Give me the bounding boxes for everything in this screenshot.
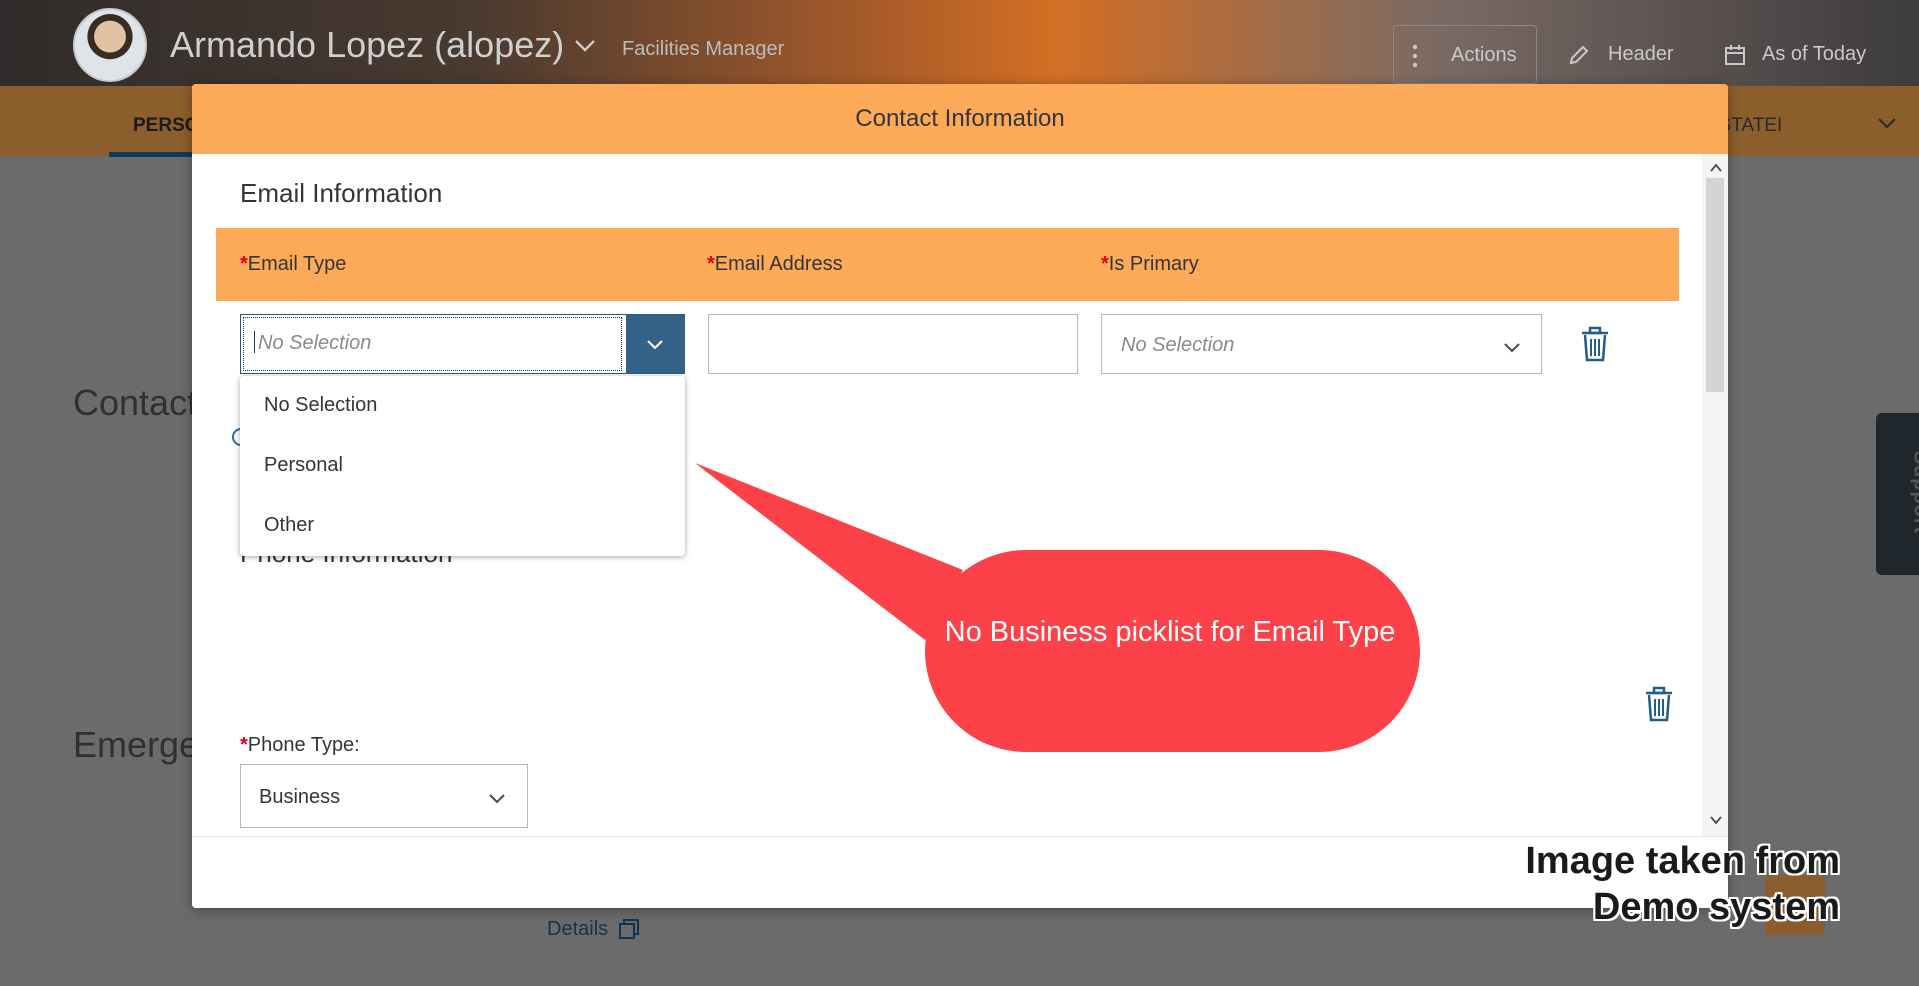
scroll-down-icon[interactable]: [1710, 814, 1722, 826]
as-of-today-button[interactable]: As of Today: [1762, 43, 1866, 66]
dialog-body: Email Information *Email Type *Email Add…: [192, 154, 1728, 836]
delete-phone-icon[interactable]: [1644, 686, 1674, 722]
dialog-header: Contact Information: [192, 84, 1728, 154]
email-type-input[interactable]: No Selection: [258, 332, 371, 355]
dropdown-option-personal[interactable]: Personal: [240, 436, 685, 496]
delete-email-icon[interactable]: [1580, 326, 1610, 362]
scroll-up-icon[interactable]: [1710, 162, 1722, 174]
dropdown-option-other[interactable]: Other: [240, 496, 685, 556]
avatar[interactable]: [73, 8, 147, 82]
dialog-title: Contact Information: [855, 105, 1065, 132]
email-type-dropdown-list: No Selection Personal Other: [240, 376, 685, 556]
column-email-address: *Email Address: [707, 253, 843, 275]
demo-watermark: Image taken from Demo system: [1525, 840, 1840, 928]
dropdown-option-no-selection[interactable]: No Selection: [240, 376, 685, 436]
contact-heading: Contact: [73, 382, 198, 423]
phone-type-value: Business: [259, 786, 341, 808]
phone-type-label: *Phone Type:: [240, 734, 360, 756]
email-type-dropdown-button[interactable]: [626, 315, 685, 373]
callout-text: No Business picklist for Email Type: [944, 616, 1396, 648]
chevron-down-icon: [1504, 343, 1520, 353]
email-type-combobox[interactable]: No Selection: [240, 314, 685, 374]
chevron-down-icon: [647, 340, 663, 350]
phone-type-select[interactable]: Business: [240, 764, 528, 828]
column-is-primary: *Is Primary: [1101, 253, 1199, 275]
user-name[interactable]: Armando Lopez (alopez): [170, 24, 564, 66]
calendar-icon: [1725, 45, 1745, 65]
is-primary-select[interactable]: No Selection: [1101, 314, 1542, 374]
email-section-title: Email Information: [240, 178, 443, 208]
actions-label: Actions: [1451, 44, 1517, 66]
emergency-heading: Emerge: [73, 724, 200, 765]
pencil-icon: [1569, 45, 1589, 65]
is-primary-value: No Selection: [1121, 334, 1235, 356]
scrollbar-thumb[interactable]: [1706, 178, 1724, 392]
copy-icon[interactable]: [618, 918, 640, 940]
text-caret: [254, 331, 255, 353]
support-tab[interactable]: Support: [1876, 413, 1919, 575]
support-label: Support: [1909, 450, 1919, 535]
details-link[interactable]: Details: [547, 918, 608, 941]
tab-personal[interactable]: PERSC: [133, 115, 198, 137]
chevron-down-icon[interactable]: [572, 32, 598, 58]
column-email-type: *Email Type: [240, 253, 347, 275]
chevron-down-icon: [489, 794, 505, 804]
active-tab-indicator: [109, 152, 199, 157]
user-role: Facilities Manager: [622, 38, 785, 60]
actions-button[interactable]: Actions: [1393, 25, 1537, 84]
email-address-field[interactable]: [708, 314, 1078, 374]
chevron-down-icon[interactable]: [1876, 112, 1898, 134]
more-vertical-icon: [1412, 44, 1418, 68]
dialog-scrollbar[interactable]: [1702, 154, 1728, 836]
contact-information-dialog: Contact Information Email Information *E…: [192, 84, 1728, 908]
email-table-header: *Email Type *Email Address *Is Primary: [216, 228, 1679, 301]
header-button[interactable]: Header: [1608, 43, 1674, 66]
